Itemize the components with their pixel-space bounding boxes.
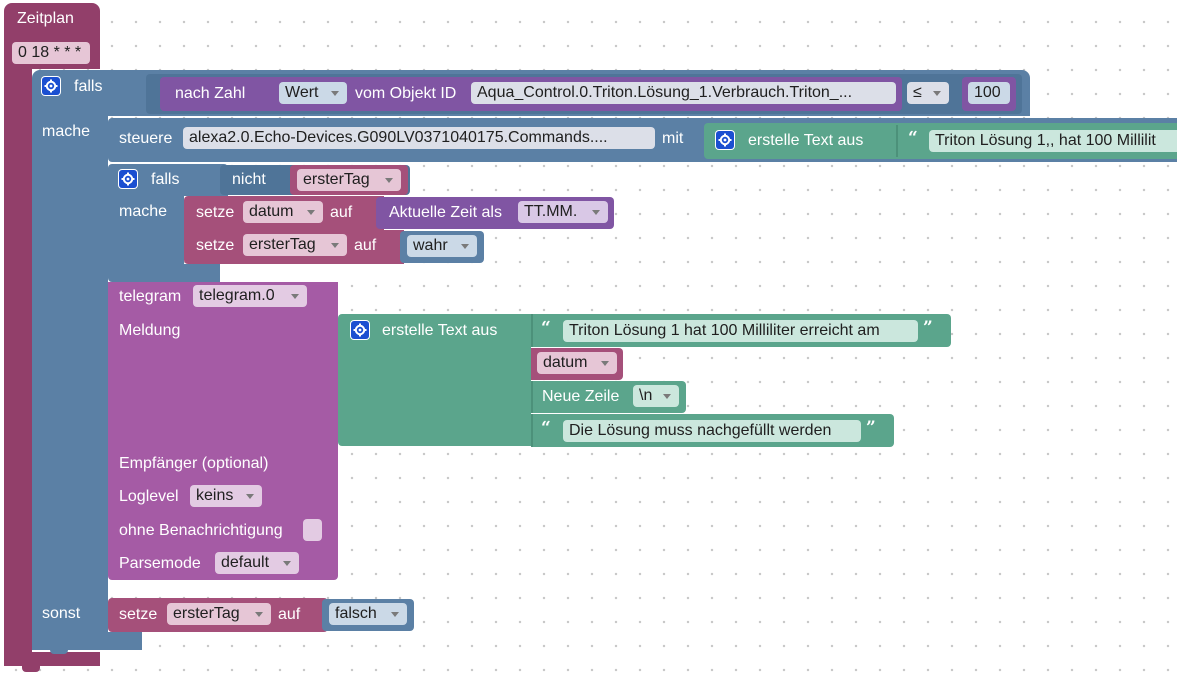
value-dropdown[interactable]: Wert <box>279 82 347 104</box>
bool-dropdown[interactable]: wahr <box>407 235 477 257</box>
control-label: steuere <box>119 130 173 147</box>
time-format-dropdown[interactable]: TT.MM. <box>518 201 608 223</box>
gear-icon[interactable] <box>42 77 60 95</box>
else-bool-dropdown[interactable]: falsch <box>329 603 407 625</box>
quote-close-icon: ” <box>923 318 933 338</box>
inner-falls-label: falls <box>151 171 180 188</box>
schedule-block-spine <box>4 60 32 664</box>
set-datum-variable[interactable]: datum <box>243 201 323 223</box>
object-id-field[interactable]: Aqua_Control.0.Triton.Lösung_1.Verbrauch… <box>471 82 896 104</box>
not-label: nicht <box>232 171 266 188</box>
operator-dropdown[interactable]: ≤ <box>907 82 949 104</box>
time-label: Aktuelle Zeit als <box>389 204 502 221</box>
inner-mache-label: mache <box>119 203 168 220</box>
datum-var-dropdown[interactable]: datum <box>537 352 617 374</box>
set-label: setze <box>196 204 235 221</box>
schedule-block-bottom <box>4 652 100 666</box>
set-label: setze <box>196 237 235 254</box>
cron-field[interactable]: 0 18 * * * <box>12 42 90 64</box>
to-number-label: nach Zahl <box>175 85 246 102</box>
of-object-label: vom Objekt ID <box>355 85 457 102</box>
if-sonst-label: sonst <box>42 605 81 622</box>
silent-label: ohne Benachrichtigung <box>119 522 283 539</box>
text-field[interactable]: Triton Lösung 1,, hat 100 Millilit <box>929 130 1177 152</box>
recipient-label: Empfänger (optional) <box>119 455 269 472</box>
message-create-text-label: erstelle Text aus <box>382 322 498 339</box>
inner-if-bottom <box>108 264 220 282</box>
create-text-label: erstelle Text aus <box>748 132 864 149</box>
set-to-label: auf <box>330 204 353 221</box>
newline-label: Neue Zeile <box>542 388 620 405</box>
parsemode-dropdown[interactable]: default <box>215 552 299 574</box>
newline-dropdown[interactable]: \n <box>633 385 679 407</box>
schedule-bottom-notch <box>22 664 40 672</box>
compare-value-field[interactable]: 100 <box>968 82 1010 104</box>
gear-icon[interactable] <box>351 321 369 339</box>
telegram-label: telegram <box>119 288 182 305</box>
schedule-title: Zeitplan <box>17 10 74 27</box>
quote-close-icon: ” <box>866 418 876 438</box>
gear-icon[interactable] <box>716 131 734 149</box>
else-set-to-label: auf <box>278 606 301 623</box>
text-line1-field[interactable]: Triton Lösung 1 hat 100 Milliliter errei… <box>563 320 918 342</box>
telegram-instance-dropdown[interactable]: telegram.0 <box>193 285 307 307</box>
device-field[interactable]: alexa2.0.Echo-Devices.G090LV0371040175.C… <box>183 127 655 149</box>
if-falls-label: falls <box>74 78 103 95</box>
quote-open-icon: “ <box>541 418 551 438</box>
silent-checkbox[interactable] <box>303 519 322 541</box>
set-to-label: auf <box>354 237 377 254</box>
if-block-spine <box>32 110 108 650</box>
parsemode-label: Parsemode <box>119 555 201 572</box>
variable-dropdown[interactable]: ersterTag <box>297 169 401 191</box>
message-label: Meldung <box>119 322 181 339</box>
if-block-notch <box>50 648 68 654</box>
loglevel-label: Loglevel <box>119 488 179 505</box>
if-mache-label: mache <box>42 123 91 140</box>
text-line2-field[interactable]: Die Lösung muss nachgefüllt werden <box>563 420 861 442</box>
else-set-variable[interactable]: ersterTag <box>167 603 271 625</box>
set-erstertag-variable[interactable]: ersterTag <box>243 234 347 256</box>
loglevel-dropdown[interactable]: keins <box>190 485 262 507</box>
quote-open-icon: “ <box>541 318 551 338</box>
else-set-label: setze <box>119 606 158 623</box>
gear-icon[interactable] <box>119 170 137 188</box>
if-block-bottom <box>32 632 142 650</box>
quote-open-icon: “ <box>908 128 918 148</box>
control-with-label: mit <box>662 130 684 147</box>
